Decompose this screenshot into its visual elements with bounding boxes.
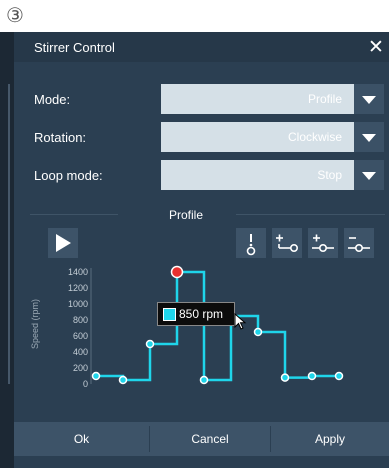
loop-mode-label: Loop mode: [34,168,103,183]
add-point-after-icon [276,234,298,252]
profile-point [334,371,344,381]
add-point-after-button[interactable] [272,228,302,258]
apply-button[interactable]: Apply [271,422,389,456]
profile-point [91,371,101,381]
stirrer-control-dialog: Stirrer Control ✕ Mode: Profile Rotation… [14,32,389,468]
loop-mode-dropdown-arrow-icon[interactable] [354,160,384,190]
y-tick-label: 1000 [68,299,88,309]
background-window-edge [0,32,14,468]
loop-mode-value: Stop [317,168,342,182]
y-tick-label: 1400 [68,267,88,277]
add-point-before-icon [246,234,256,256]
cancel-button[interactable]: Cancel [150,422,270,456]
dialog-title: Stirrer Control [34,40,115,55]
mode-dropdown-arrow-icon[interactable] [354,84,384,114]
y-tick-label: 1200 [68,283,88,293]
close-icon[interactable]: ✕ [363,34,389,60]
y-tick-label: 0 [83,379,88,389]
ok-button[interactable]: Ok [14,422,149,456]
y-axis-label: Speed (rpm) [30,299,40,349]
add-point-between-icon [312,234,334,252]
profile-point [199,375,209,385]
y-tick-label: 800 [73,315,88,325]
mode-value: Profile [307,92,342,106]
rotation-label: Rotation: [34,130,87,145]
profile-point [145,339,155,349]
profile-series-line [96,270,339,382]
dialog-button-bar: Ok Cancel Apply [14,422,389,456]
rotation-dropdown-arrow-icon[interactable] [354,122,384,152]
add-point-before-button[interactable] [236,228,266,258]
mode-select[interactable]: Profile [161,84,354,114]
speed-tooltip: 850 rpm [157,302,235,326]
y-tick-label: 400 [73,347,88,357]
remove-point-icon [348,237,370,252]
profile-point [280,373,290,382]
rotation-value: Clockwise [287,130,342,144]
dialog-titlebar: Stirrer Control ✕ [14,32,389,62]
profile-point [253,327,263,337]
loop-mode-select[interactable]: Stop [161,160,354,190]
profile-point [307,371,317,381]
remove-point-button[interactable] [344,228,374,258]
tooltip-text: 850 rpm [179,307,224,321]
selected-profile-point [170,265,184,279]
add-point-between-button[interactable] [308,228,338,258]
rotation-select[interactable]: Clockwise [161,122,354,152]
mode-label: Mode: [34,92,71,107]
profile-frame-line-left [30,214,118,215]
tooltip-color-swatch [163,308,176,321]
mouse-cursor-icon [234,313,247,330]
play-button[interactable] [48,228,78,258]
profile-title: Profile [169,208,204,222]
profile-frame-line-right [236,214,385,215]
y-tick-label: 600 [73,331,88,341]
step-number-label: ③ [6,3,24,27]
profile-point [118,375,128,385]
speed-profile-chart[interactable]: 0 200 400 600 800 1000 1200 1400 Speed (rpm) [28,260,375,392]
y-tick-label: 200 [73,363,88,373]
